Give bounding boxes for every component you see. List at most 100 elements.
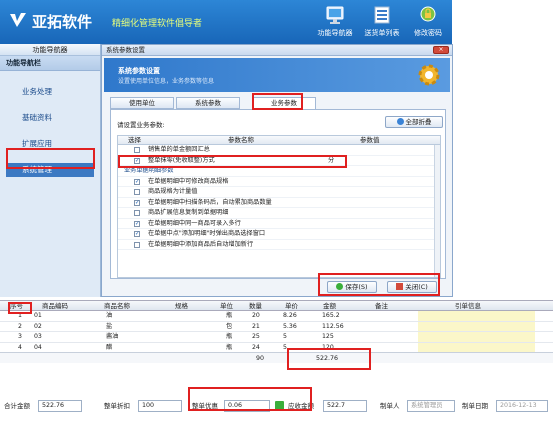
param-row[interactable]: ✓ 在单据中点"添加明细"时弹出商品选择窗口 bbox=[118, 229, 440, 240]
toolbar-delivery-list-label: 送货单列表 bbox=[364, 29, 400, 37]
total-label: 合计金额 bbox=[4, 402, 30, 410]
toolbar-password-button[interactable]: 修改密码 bbox=[406, 4, 450, 42]
nav-title: 功能导航栏 bbox=[0, 56, 100, 71]
col-param-name: 参数名称 bbox=[228, 136, 254, 144]
order-cell-price[interactable]: 8.26 bbox=[283, 311, 297, 322]
order-cell-qty[interactable]: 21 bbox=[252, 322, 260, 333]
param-row[interactable]: ✓ 在单据明细中扫描条码后，自动累加商品数量 bbox=[118, 198, 440, 208]
order-cell-amount[interactable]: 112.56 bbox=[322, 322, 344, 333]
param-checkbox[interactable]: ✓ bbox=[134, 231, 140, 237]
param-checkbox[interactable]: ✓ bbox=[134, 178, 140, 185]
param-name: 在单据中点"添加明细"时弹出商品选择窗口 bbox=[148, 230, 266, 237]
order-cell-code[interactable]: 01 bbox=[34, 311, 42, 322]
nav-item-base-data[interactable]: 基础资料 bbox=[6, 111, 94, 125]
highlight-dialog-buttons bbox=[318, 273, 440, 296]
app-name: 亚拓软件 bbox=[32, 13, 93, 31]
col-price: 单价 bbox=[285, 302, 298, 310]
toolbar-nav-button[interactable]: 功能导航器 bbox=[313, 4, 357, 42]
order-row[interactable]: 3 03 酱油 瓶 25 5 125 bbox=[0, 332, 553, 343]
monitor-icon bbox=[326, 6, 344, 24]
order-cell-qty[interactable]: 20 bbox=[252, 311, 260, 322]
function-navigator: 功能导航器 功能导航栏 业务处理 基础资料 扩展应用 系统管理 bbox=[0, 44, 101, 297]
highlight-nav-system-admin bbox=[6, 148, 95, 169]
params-scrollbar[interactable] bbox=[434, 145, 440, 277]
highlight-summary-amount bbox=[287, 348, 371, 370]
dialog-banner: 系统参数设置 设置使用单位信息，业务参数等信息 bbox=[104, 58, 450, 92]
order-cell-price[interactable]: 5.36 bbox=[283, 322, 297, 333]
order-grid: 序号 商品编码 商品名称 规格 单位 数量 单价 金额 备注 引单信息 1 01 油… bbox=[0, 300, 553, 396]
col-name: 商品名称 bbox=[104, 302, 130, 310]
discount-label: 整单折扣 bbox=[104, 402, 130, 410]
order-row[interactable]: 2 02 盐 包 21 5.36 112.56 bbox=[0, 322, 553, 333]
param-row[interactable]: 商品扩展信息复制到单据明细 bbox=[118, 208, 440, 219]
param-checkbox[interactable]: ✓ bbox=[134, 199, 140, 206]
col-ref: 引单信息 bbox=[455, 302, 481, 310]
discount-field[interactable]: 100 bbox=[138, 400, 182, 412]
order-cell-qty[interactable]: 25 bbox=[252, 332, 260, 343]
summary-qty: 90 bbox=[256, 355, 265, 362]
param-checkbox[interactable] bbox=[134, 241, 140, 248]
date-field[interactable]: 2016-12-13 bbox=[496, 400, 548, 412]
total-field[interactable]: 522.76 bbox=[38, 400, 82, 412]
order-cell-amount[interactable]: 165.2 bbox=[322, 311, 340, 322]
order-grid-header: 序号 商品编码 商品名称 规格 单位 数量 单价 金额 备注 引单信息 bbox=[0, 301, 553, 311]
collapse-all-button[interactable]: 全部折叠 bbox=[385, 116, 443, 128]
order-cell-unit[interactable]: 包 bbox=[226, 322, 232, 333]
col-note: 备注 bbox=[375, 302, 388, 310]
col-code: 商品编码 bbox=[42, 302, 68, 310]
order-cell-amount[interactable]: 125 bbox=[322, 332, 334, 343]
order-cell-name[interactable]: 酱油 bbox=[106, 332, 118, 343]
param-row[interactable]: ✓ 在单据明细中同一商品可录入多行 bbox=[118, 219, 440, 229]
dialog-title: 系统参数设置 bbox=[106, 46, 145, 54]
order-cell-code[interactable]: 03 bbox=[34, 332, 42, 343]
dialog-title-bar: 系统参数设置 × bbox=[102, 45, 452, 56]
order-cell-unit[interactable]: 瓶 bbox=[226, 332, 232, 343]
date-label: 制单日期 bbox=[462, 402, 488, 410]
receivable-field[interactable]: 522.7 bbox=[323, 400, 367, 412]
toolbar-delivery-list-button[interactable]: 送货单列表 bbox=[360, 4, 404, 42]
order-cell-price[interactable]: 5 bbox=[283, 332, 287, 343]
param-checkbox[interactable] bbox=[134, 147, 140, 153]
order-cell-code[interactable]: 02 bbox=[34, 322, 42, 333]
nav-tab[interactable]: 功能导航器 bbox=[0, 44, 100, 56]
col-spec: 规格 bbox=[175, 302, 188, 310]
collapse-all-label: 全部折叠 bbox=[405, 118, 432, 126]
param-checkbox[interactable] bbox=[134, 210, 140, 216]
logo-icon bbox=[10, 13, 26, 27]
param-name: 商品规格为计量值 bbox=[148, 188, 198, 195]
app-header: 亚拓软件 精细化管理软件倡导者 功能导航器 送货单列表 修改密码 bbox=[0, 0, 452, 44]
param-row[interactable]: ✓ 在单据明细中可修改商品规格 bbox=[118, 177, 440, 187]
banner-title: 系统参数设置 bbox=[118, 67, 160, 75]
order-cell-unit[interactable]: 瓶 bbox=[226, 311, 232, 322]
banner-subtitle: 设置使用单位信息，业务参数等信息 bbox=[118, 78, 215, 85]
password-icon bbox=[420, 6, 436, 22]
col-qty: 数量 bbox=[249, 302, 262, 310]
order-summary-row: 90 522.76 bbox=[0, 352, 553, 363]
param-row[interactable]: 销售单的单金额回汇总 bbox=[118, 145, 440, 156]
param-row[interactable]: 商品规格为计量值 bbox=[118, 187, 440, 198]
gear-icon bbox=[418, 64, 440, 86]
col-amount: 金额 bbox=[323, 302, 336, 310]
system-params-dialog: 系统参数设置 × 系统参数设置 设置使用单位信息，业务参数等信息 使用单位 系统… bbox=[101, 44, 453, 297]
param-name: 在单据明细中添加商品后自动增加新行 bbox=[148, 240, 254, 248]
param-row[interactable]: 在单据明细中添加商品后自动增加新行 bbox=[118, 240, 440, 250]
tab-usage-unit[interactable]: 使用单位 bbox=[110, 97, 174, 109]
maker-field: 系统管理员 bbox=[407, 400, 455, 412]
order-cell-seq[interactable]: 3 bbox=[18, 332, 22, 343]
order-cell-seq[interactable]: 2 bbox=[18, 322, 22, 333]
param-checkbox[interactable] bbox=[134, 189, 140, 195]
params-prompt: 请设置业务参数: bbox=[117, 121, 165, 129]
dialog-close-icon[interactable]: × bbox=[433, 46, 449, 54]
param-name: 在单据明细中可修改商品规格 bbox=[148, 177, 229, 185]
order-cell-name[interactable]: 盐 bbox=[106, 322, 112, 333]
order-row[interactable]: 1 01 油瓶 20 8.26 165.2 bbox=[0, 311, 553, 322]
param-name: 在单据明细中扫描条码后，自动累加商品数量 bbox=[148, 198, 272, 206]
order-cell-name[interactable]: 油 bbox=[106, 311, 112, 322]
app-slogan: 精细化管理软件倡导者 bbox=[112, 19, 203, 29]
param-checkbox[interactable]: ✓ bbox=[134, 220, 140, 227]
nav-item-business[interactable]: 业务处理 bbox=[6, 85, 94, 99]
toolbar-nav-label: 功能导航器 bbox=[317, 29, 353, 37]
params-grid-header: 选择 参数名称 参数值 bbox=[118, 136, 440, 145]
tab-system-params[interactable]: 系统参数 bbox=[176, 97, 240, 109]
highlight-adjust-receivable bbox=[188, 387, 312, 411]
